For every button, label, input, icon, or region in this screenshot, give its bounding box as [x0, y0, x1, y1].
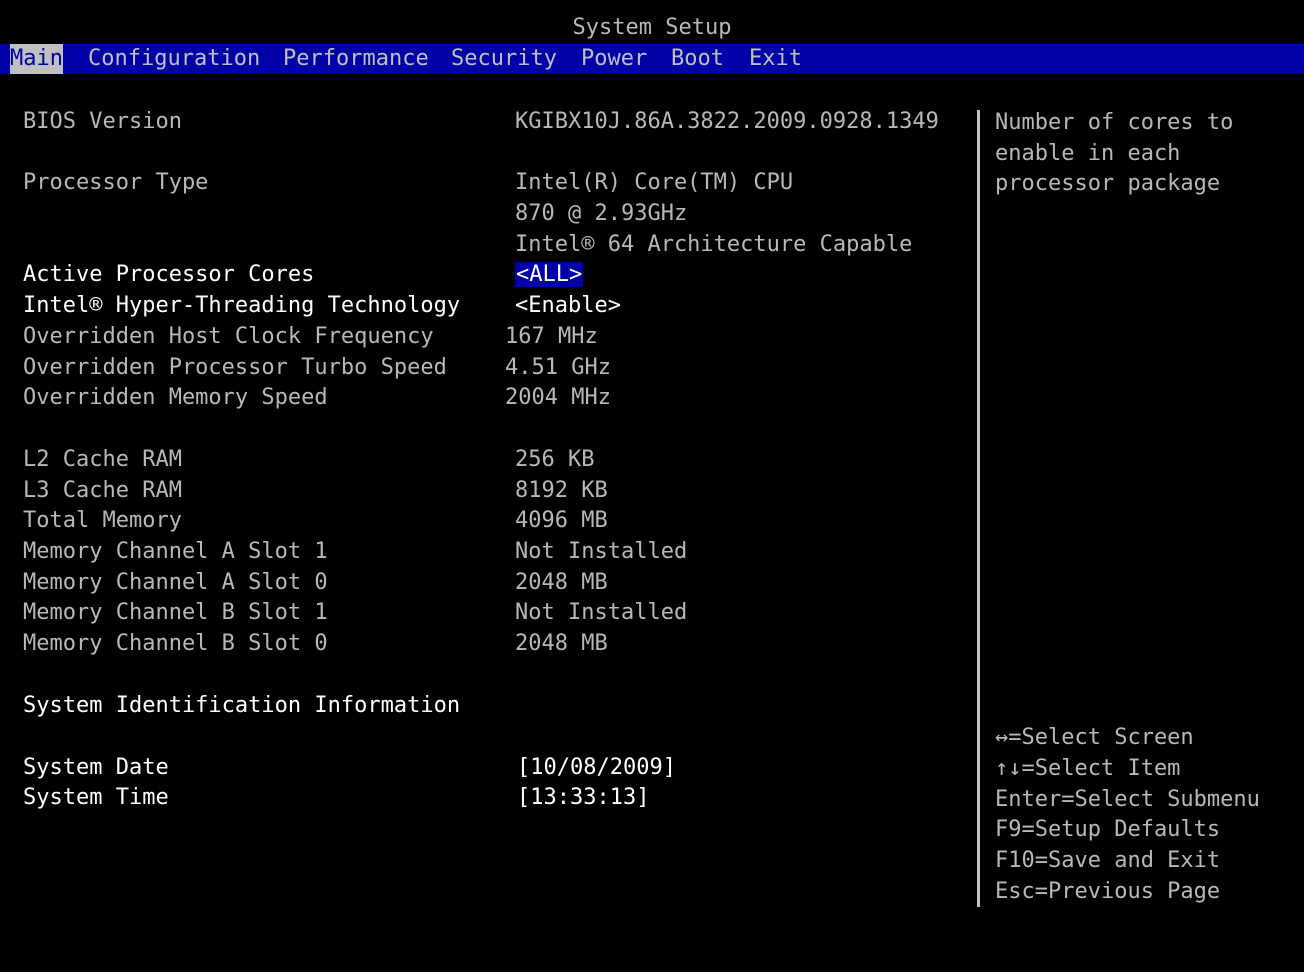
tab-exit[interactable]: Exit — [749, 44, 802, 74]
l2-cache-value: 256 KB — [515, 447, 595, 472]
system-date-value[interactable]: [10/08/2009] — [517, 753, 676, 783]
tab-main[interactable]: Main — [10, 44, 63, 74]
tab-boot[interactable]: Boot — [671, 44, 724, 74]
mem-a1-label: Memory Channel A Slot 1 — [23, 539, 328, 564]
help-key-previous-page: Esc=Previous Page — [995, 879, 1221, 904]
tab-security[interactable]: Security — [451, 44, 557, 74]
bios-version-label: BIOS Version — [23, 109, 182, 134]
memory-speed-label: Overridden Memory Speed — [23, 385, 328, 410]
mem-b1-label: Memory Channel B Slot 1 — [23, 600, 328, 625]
processor-type-value-line1: Intel(R) Core(TM) CPU — [515, 170, 794, 195]
mem-b1-value: Not Installed — [515, 600, 688, 625]
mem-a0-label: Memory Channel A Slot 0 — [23, 570, 328, 595]
help-description-line: Number of cores to — [995, 110, 1234, 135]
mem-a1-value: Not Installed — [515, 539, 688, 564]
system-time-label: System Time — [23, 785, 169, 810]
mem-b0-value: 2048 MB — [515, 631, 608, 656]
menu-bar: Main Configuration Performance Security … — [0, 44, 1304, 74]
turbo-speed-value: 4.51 GHz — [505, 355, 611, 380]
help-key-select-item: ↑↓=Select Item — [995, 756, 1181, 781]
tab-power[interactable]: Power — [581, 44, 647, 74]
memory-speed-value: 2004 MHz — [505, 385, 611, 410]
processor-type-value-line2: 870 @ 2.93GHz — [515, 201, 688, 226]
tab-configuration[interactable]: Configuration — [88, 44, 260, 74]
processor-type-value-line3: Intel® 64 Architecture Capable — [515, 232, 913, 257]
turbo-speed-label: Overridden Processor Turbo Speed — [23, 355, 447, 380]
active-cores-label: Active Processor Cores — [23, 262, 315, 287]
help-description-line: processor package — [995, 171, 1221, 196]
total-memory-label: Total Memory — [23, 508, 182, 533]
help-description-line: enable in each — [995, 141, 1181, 166]
help-key-select-screen: ↔=Select Screen — [995, 725, 1194, 750]
window-title: System Setup — [572, 15, 732, 40]
tab-performance[interactable]: Performance — [283, 44, 429, 74]
active-cores-value[interactable]: <ALL> — [515, 260, 584, 290]
host-clock-label: Overridden Host Clock Frequency — [23, 324, 434, 349]
l3-cache-value: 8192 KB — [515, 478, 608, 503]
mem-b0-label: Memory Channel B Slot 0 — [23, 631, 328, 656]
help-key-select-submenu: Enter=Select Submenu — [995, 787, 1260, 812]
total-memory-value: 4096 MB — [515, 508, 608, 533]
help-key-setup-defaults: F9=Setup Defaults — [995, 817, 1221, 842]
host-clock-value: 167 MHz — [505, 324, 598, 349]
panel-divider — [977, 110, 980, 907]
hyper-threading-label: Intel® Hyper-Threading Technology — [23, 293, 461, 318]
hyper-threading-value[interactable]: <Enable> — [515, 291, 621, 321]
bios-version-value: KGIBX10J.86A.3822.2009.0928.1349 — [515, 109, 939, 134]
processor-type-label: Processor Type — [23, 170, 209, 195]
active-cores-selected[interactable]: <ALL> — [515, 262, 584, 287]
help-key-save-exit: F10=Save and Exit — [995, 848, 1221, 873]
mem-a0-value: 2048 MB — [515, 570, 608, 595]
sys-id-info-label[interactable]: System Identification Information — [23, 691, 460, 721]
l3-cache-label: L3 Cache RAM — [23, 478, 182, 503]
l2-cache-label: L2 Cache RAM — [23, 447, 182, 472]
system-date-label: System Date — [23, 755, 169, 780]
system-time-value[interactable]: [13:33:13] — [517, 783, 649, 813]
